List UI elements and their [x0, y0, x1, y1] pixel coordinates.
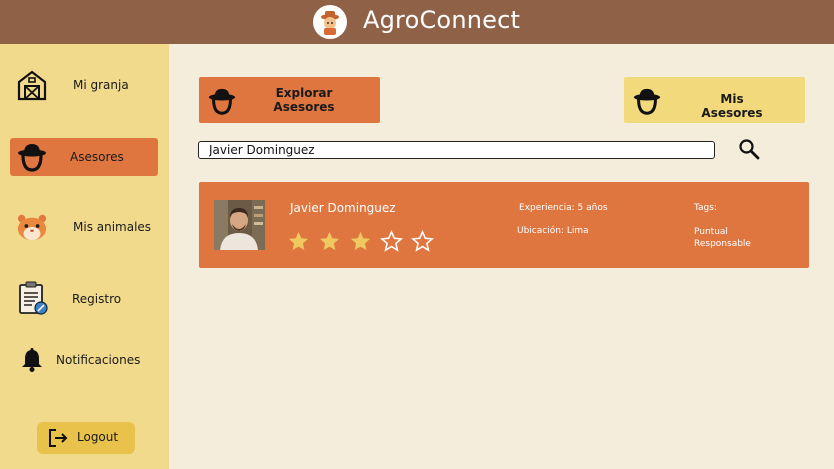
star-filled-icon: [288, 231, 309, 251]
farmer-icon: [16, 141, 48, 173]
barn-icon: [16, 69, 48, 101]
app-title: AgroConnect: [363, 6, 521, 34]
hamster-icon: [16, 211, 48, 243]
sidebar-item-label: Registro: [72, 292, 122, 306]
advisor-location: Ubicación: Lima: [517, 226, 589, 236]
advisor-photo: [214, 200, 265, 250]
sidebar-item-label: Notificaciones: [56, 353, 141, 367]
sidebar-item-label: Asesores: [70, 150, 124, 164]
sidebar-item-notificaciones[interactable]: Notificaciones: [10, 341, 158, 379]
sidebar-item-label: Mi granja: [73, 78, 129, 92]
sidebar: Mi granja Asesores Mis animales Registro…: [0, 44, 169, 469]
logout-label: Logout: [77, 430, 119, 444]
logout-button[interactable]: Logout: [37, 422, 135, 454]
search-button[interactable]: [738, 138, 760, 160]
tag-item: Puntual: [694, 227, 728, 237]
farmer-icon: [633, 88, 661, 115]
star-filled-icon: [350, 231, 371, 251]
rating-stars: [287, 230, 434, 253]
farmer-icon: [208, 88, 236, 115]
my-advisors-button[interactable]: Mis Asesores: [624, 77, 805, 123]
advisor-name: Javier Dominguez: [290, 201, 396, 215]
app-logo: [313, 5, 347, 39]
advisor-experience: Experiencia: 5 años: [519, 203, 608, 213]
sidebar-item-registro[interactable]: Registro: [10, 279, 158, 317]
advisor-card[interactable]: Javier Dominguez Experiencia: 5 años Ubi…: [199, 182, 809, 268]
explore-advisors-button[interactable]: Explorar Asesores: [199, 77, 380, 123]
search-input[interactable]: [198, 141, 715, 159]
tags-label: Tags:: [694, 203, 717, 213]
star-filled-icon: [319, 231, 340, 251]
logout-icon: [49, 429, 68, 447]
tag-item: Responsable: [694, 239, 751, 249]
top-bar: AgroConnect: [0, 0, 834, 44]
sidebar-item-mis-animales[interactable]: Mis animales: [10, 208, 158, 246]
farmer-logo-icon: [321, 11, 339, 35]
my-advisors-label: Mis Asesores: [701, 92, 763, 120]
star-empty-icon: [411, 230, 434, 252]
bell-icon: [16, 344, 48, 376]
star-empty-icon: [380, 230, 403, 252]
search-icon: [739, 139, 760, 160]
clipboard-icon: [16, 281, 48, 315]
sidebar-item-asesores[interactable]: Asesores: [10, 138, 158, 176]
sidebar-item-label: Mis animales: [73, 220, 152, 234]
sidebar-item-mi-granja[interactable]: Mi granja: [10, 66, 158, 104]
explore-advisors-label: Explorar Asesores: [273, 86, 335, 114]
